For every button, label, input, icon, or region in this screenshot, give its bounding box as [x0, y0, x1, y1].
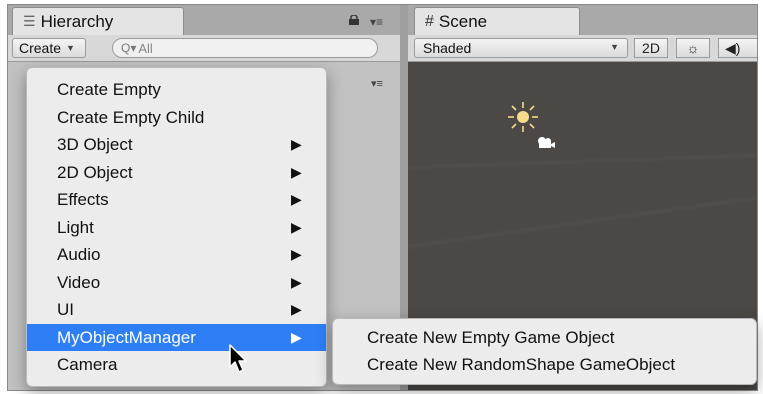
myobjectmanager-submenu: Create New Empty Game Object Create New R… — [332, 318, 757, 385]
menu-item-label: Create Empty — [57, 80, 161, 99]
tab-scene[interactable]: # Scene — [414, 7, 580, 35]
grid-hash-icon: # — [425, 12, 434, 30]
menu-item-create-empty[interactable]: Create Empty — [27, 76, 326, 104]
create-menu: Create Empty Create Empty Child 3D Object ▶… — [26, 67, 327, 387]
submenu-item-create-new-randomshape-gameobject[interactable]: Create New RandomShape GameObject — [333, 351, 756, 378]
lock-icon[interactable] — [348, 15, 360, 25]
menu-item-create-empty-child[interactable]: Create Empty Child — [27, 104, 326, 132]
search-placeholder: All — [138, 40, 153, 56]
scene-tab-strip: # Scene — [408, 5, 757, 35]
scene-audio-toggle[interactable]: ◀) — [718, 38, 757, 58]
menu-item-label: 2D Object — [57, 162, 133, 182]
scene-lighting-toggle[interactable]: ☼ — [676, 38, 710, 58]
chevron-down-icon: ▼ — [610, 42, 619, 52]
submenu-arrow-icon: ▶ — [291, 246, 302, 262]
submenu-arrow-icon: ▶ — [291, 136, 302, 152]
create-dropdown-button[interactable]: Create ▼ — [12, 38, 86, 58]
create-button-label: Create — [19, 40, 62, 56]
shading-mode-value: Shaded — [423, 40, 472, 56]
mode-2d-button[interactable]: 2D — [634, 38, 668, 58]
scene-tab-label: Scene — [438, 11, 488, 31]
scene-toolbar: Shaded ▼ 2D ☼ ◀) — [408, 35, 757, 62]
menu-item-label: Light — [57, 217, 94, 237]
menu-item-myobjectmanager[interactable]: MyObjectManager ▶ — [27, 323, 326, 351]
submenu-arrow-icon: ▶ — [291, 328, 302, 345]
menu-item-light[interactable]: Light ▶ — [27, 214, 326, 242]
submenu-arrow-icon: ▶ — [291, 218, 302, 235]
menu-item-3d-object[interactable]: 3D Object ▶ — [27, 131, 326, 159]
menu-item-label: Audio — [57, 245, 101, 264]
panel-menu-icon[interactable]: ▾≡ — [370, 15, 383, 29]
menu-item-label: 3D Object — [57, 135, 133, 154]
menu-item-camera[interactable]: Camera — [27, 351, 326, 379]
shading-mode-select[interactable]: Shaded ▼ — [414, 38, 628, 58]
list-options-icon[interactable]: ▾≡ — [371, 77, 383, 90]
mode-2d-label: 2D — [642, 40, 660, 56]
submenu-arrow-icon: ▶ — [291, 191, 302, 207]
menu-item-audio[interactable]: Audio ▶ — [27, 241, 326, 269]
hierarchy-search-input[interactable]: Q▾ All — [112, 38, 378, 58]
menu-item-ui[interactable]: UI ▶ — [27, 296, 326, 324]
menu-item-label: MyObjectManager — [57, 327, 196, 347]
mouse-pointer-icon — [229, 344, 247, 373]
submenu-item-create-new-empty-game-object[interactable]: Create New Empty Game Object — [333, 324, 756, 351]
list-icon: ☰ — [23, 13, 36, 29]
chevron-down-icon: ▼ — [66, 43, 75, 53]
submenu-arrow-icon: ▶ — [291, 163, 302, 180]
camera-gizmo-icon[interactable] — [534, 135, 556, 151]
submenu-arrow-icon: ▶ — [291, 273, 302, 290]
hierarchy-tab-label: Hierarchy — [40, 11, 114, 31]
menu-item-effects[interactable]: Effects ▶ — [27, 186, 326, 214]
menu-item-label: Camera — [57, 355, 118, 374]
menu-item-video[interactable]: Video ▶ — [27, 269, 326, 297]
search-icon: Q▾ — [121, 41, 137, 55]
speaker-icon: ◀) — [725, 39, 741, 56]
menu-item-label: UI — [57, 300, 74, 319]
directional-light-gizmo-icon[interactable] — [506, 100, 540, 134]
hierarchy-toolbar: Create ▼ Q▾ All — [8, 35, 400, 62]
menu-item-2d-object[interactable]: 2D Object ▶ — [27, 159, 326, 187]
submenu-arrow-icon: ▶ — [291, 301, 302, 317]
menu-item-label: Video — [57, 272, 101, 292]
sun-icon: ☼ — [686, 40, 700, 56]
hierarchy-tab-strip: ☰ Hierarchy ▾≡ — [8, 5, 400, 35]
tab-hierarchy[interactable]: ☰ Hierarchy — [12, 7, 184, 35]
menu-item-label: Effects — [57, 190, 109, 209]
menu-item-label: Create Empty Child — [57, 107, 205, 127]
